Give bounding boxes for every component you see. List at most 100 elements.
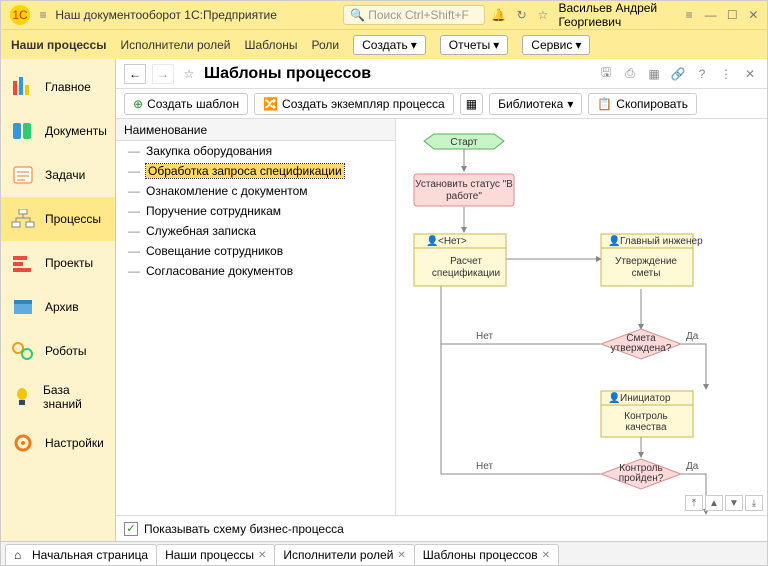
print-icon[interactable]: ⎙ — [621, 65, 639, 83]
svg-text:Да: Да — [686, 461, 699, 472]
sidebar-item-settings[interactable]: Настройки — [1, 421, 115, 465]
svg-text:Установить статус "В: Установить статус "В — [415, 179, 513, 190]
nav-back-button[interactable]: ← — [124, 64, 146, 84]
tab-close-icon[interactable]: ✕ — [542, 550, 550, 561]
toolbar-link-templates[interactable]: Шаблоны — [244, 38, 297, 52]
svg-text:Утверждение: Утверждение — [615, 256, 677, 267]
favorite-star-icon[interactable]: ☆ — [180, 65, 198, 83]
home-icon: ⌂ — [14, 548, 28, 562]
list-item[interactable]: Совещание сотрудников — [116, 241, 395, 261]
more-icon[interactable]: ⋮ — [717, 65, 735, 83]
tab-processes[interactable]: Наши процессы✕ — [156, 544, 275, 565]
documents-icon — [9, 119, 37, 143]
bell-icon[interactable]: 🔔 — [491, 7, 506, 23]
svg-text:Расчет: Расчет — [450, 256, 482, 267]
sidebar-item-main[interactable]: Главное — [1, 65, 115, 109]
svg-text:Главный инженер: Главный инженер — [620, 236, 703, 247]
page-title: Шаблоны процессов — [204, 65, 371, 83]
menu-icon[interactable]: ≡ — [37, 7, 49, 23]
save-icon[interactable]: 🖫 — [597, 65, 615, 83]
tab-close-icon[interactable]: ✕ — [397, 550, 405, 561]
sidebar-item-archive[interactable]: Архив — [1, 285, 115, 329]
show-diagram-checkbox[interactable]: ✓ — [124, 522, 138, 536]
svg-text:<Нет>: <Нет> — [438, 236, 467, 247]
user-menu-icon[interactable]: ≡ — [684, 7, 695, 23]
toolbar-link-performers[interactable]: Исполнители ролей — [120, 38, 230, 52]
search-placeholder: Поиск Ctrl+Shift+F — [368, 8, 469, 22]
sidebar-item-documents[interactable]: Документы — [1, 109, 115, 153]
list-item[interactable]: Закупка оборудования — [116, 141, 395, 161]
svg-text:качества: качества — [625, 422, 666, 433]
create-button[interactable]: Создать▾ — [353, 35, 426, 55]
copy-button[interactable]: 📋Скопировать — [588, 93, 697, 115]
list-item[interactable]: Служебная записка — [116, 221, 395, 241]
library-button[interactable]: Библиотека▾ — [489, 93, 582, 115]
template-list: Закупка оборудования Обработка запроса с… — [116, 141, 395, 515]
checkbox-label: Показывать схему бизнес-процесса — [144, 522, 344, 536]
sidebar-item-processes[interactable]: Процессы — [1, 197, 115, 241]
search-input[interactable]: 🔍 Поиск Ctrl+Shift+F — [343, 5, 485, 25]
reports-button[interactable]: Отчеты▾ — [440, 35, 509, 55]
svg-text:спецификации: спецификации — [432, 267, 500, 279]
tab-close-icon[interactable]: ✕ — [258, 550, 266, 561]
tab-templates[interactable]: Шаблоны процессов✕ — [414, 544, 559, 565]
robots-icon — [9, 339, 37, 363]
scroll-down-icon[interactable]: ▼ — [725, 495, 743, 511]
svg-text:пройден?: пройден? — [619, 473, 664, 484]
history-icon[interactable]: ↻ — [516, 7, 527, 23]
maximize-icon[interactable]: ☐ — [727, 7, 738, 23]
window-title: Наш документооборот 1С:Предприятие — [55, 8, 277, 22]
main-icon — [9, 75, 37, 99]
sidebar-item-tasks[interactable]: Задачи — [1, 153, 115, 197]
close-icon[interactable]: ✕ — [748, 7, 759, 23]
close-panel-icon[interactable]: ✕ — [741, 65, 759, 83]
sidebar-item-knowledge[interactable]: База знаний — [1, 373, 115, 421]
star-icon[interactable]: ☆ — [537, 7, 548, 23]
app-logo: 1С — [9, 4, 31, 26]
diagram-controls: ⤒ ▲ ▼ ⤓ — [685, 495, 763, 511]
svg-text:утверждена?: утверждена? — [611, 343, 672, 354]
list-item[interactable]: Согласование документов — [116, 261, 395, 281]
svg-text:Старт: Старт — [450, 137, 478, 148]
svg-text:сметы: сметы — [632, 268, 661, 279]
list-item[interactable]: Поручение сотрудникам — [116, 201, 395, 221]
svg-text:Нет: Нет — [476, 331, 493, 342]
svg-text:Инициатор: Инициатор — [620, 393, 671, 404]
action-bar: ⊕Создать шаблон 🔀Создать экземпляр проце… — [116, 89, 767, 119]
list-item[interactable]: Ознакомление с документом — [116, 181, 395, 201]
create-template-button[interactable]: ⊕Создать шаблон — [124, 93, 248, 115]
svg-text:Контроль: Контроль — [624, 411, 667, 422]
sidebar-item-robots[interactable]: Роботы — [1, 329, 115, 373]
create-instance-button[interactable]: 🔀Создать экземпляр процесса — [254, 93, 454, 115]
toolbar: Наши процессы Исполнители ролей Шаблоны … — [1, 29, 767, 59]
svg-text:👤: 👤 — [608, 391, 620, 404]
scroll-up-icon[interactable]: ▲ — [705, 495, 723, 511]
toolbar-link-roles[interactable]: Роли — [312, 38, 340, 52]
nav-forward-button[interactable]: → — [152, 64, 174, 84]
svg-text:1С: 1С — [12, 8, 28, 22]
calc-icon[interactable]: ▦ — [645, 65, 663, 83]
diagram-panel[interactable]: Нет Да Нет Да Старт Установить статус "В… — [396, 119, 767, 515]
search-icon: 🔍 — [350, 8, 365, 22]
svg-text:работе": работе" — [446, 190, 482, 202]
user-name[interactable]: Васильев Андрей Георгиевич — [558, 1, 673, 29]
minimize-icon[interactable]: — — [705, 7, 717, 23]
tab-home[interactable]: ⌂Начальная страница — [5, 544, 157, 565]
svg-text:👤: 👤 — [426, 234, 438, 247]
toolbar-link-processes[interactable]: Наши процессы — [11, 38, 106, 52]
instance-icon-button[interactable]: ▦ — [460, 93, 483, 115]
process-diagram: Нет Да Нет Да Старт Установить статус "В… — [396, 119, 756, 515]
sidebar-item-projects[interactable]: Проекты — [1, 241, 115, 285]
template-list-panel: Наименование Закупка оборудования Обрабо… — [116, 119, 396, 515]
list-item[interactable]: Обработка запроса спецификации — [116, 161, 395, 181]
tab-performers[interactable]: Исполнители ролей✕ — [274, 544, 414, 565]
checkbox-row: ✓ Показывать схему бизнес-процесса — [116, 515, 767, 541]
knowledge-icon — [9, 385, 35, 409]
archive-icon — [9, 295, 37, 319]
help-icon[interactable]: ? — [693, 65, 711, 83]
bottom-tabs: ⌂Начальная страница Наши процессы✕ Испол… — [1, 541, 767, 565]
scroll-bottom-icon[interactable]: ⤓ — [745, 495, 763, 511]
scroll-top-icon[interactable]: ⤒ — [685, 495, 703, 511]
service-button[interactable]: Сервис▾ — [522, 35, 590, 55]
link-icon[interactable]: 🔗 — [669, 65, 687, 83]
